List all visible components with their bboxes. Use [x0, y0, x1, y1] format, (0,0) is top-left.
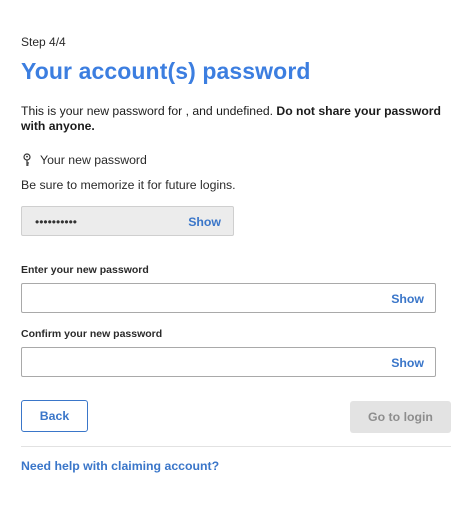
new-password-heading-row: Your new password: [21, 153, 147, 167]
new-password-heading: Your new password: [40, 153, 147, 167]
masked-password: ••••••••••: [35, 215, 78, 229]
go-to-login-button[interactable]: Go to login: [350, 401, 451, 433]
divider: [21, 446, 451, 447]
confirm-password-input[interactable]: [30, 353, 374, 373]
page-title: Your account(s) password: [21, 58, 311, 84]
memorize-hint: Be sure to memorize it for future logins…: [21, 178, 236, 192]
step-indicator: Step 4/4: [21, 35, 66, 49]
description-text: This is your new password for , and unde…: [21, 104, 277, 118]
key-icon: [21, 153, 33, 167]
back-button[interactable]: Back: [21, 400, 88, 432]
description: This is your new password for , and unde…: [21, 104, 451, 134]
confirm-password-field: Show: [21, 347, 436, 377]
show-enter-password-button[interactable]: Show: [391, 292, 424, 306]
enter-password-label: Enter your new password: [21, 264, 149, 276]
help-claiming-account-link[interactable]: Need help with claiming account?: [21, 459, 219, 473]
enter-password-input[interactable]: [30, 289, 374, 309]
generated-password-display: •••••••••• Show: [21, 206, 234, 236]
enter-password-field: Show: [21, 283, 436, 313]
confirm-password-label: Confirm your new password: [21, 328, 163, 340]
show-generated-password-button[interactable]: Show: [188, 215, 221, 229]
show-confirm-password-button[interactable]: Show: [391, 356, 424, 370]
